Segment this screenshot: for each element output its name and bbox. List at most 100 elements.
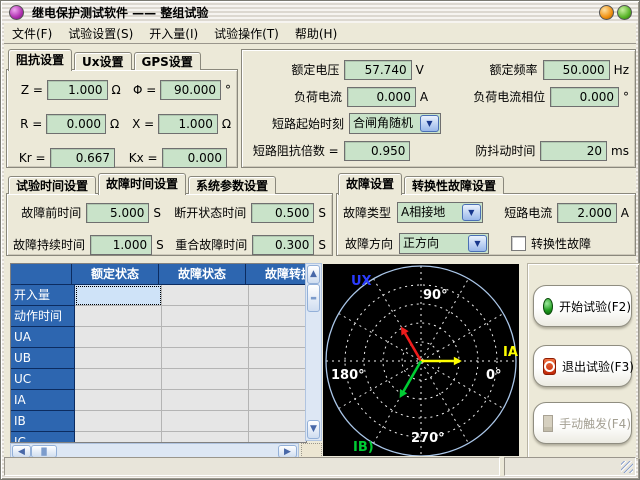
- tab-test-time[interactable]: 试验时间设置: [8, 176, 96, 194]
- tab-fault-settings[interactable]: 故障设置: [338, 173, 402, 195]
- r-field[interactable]: 0.000: [46, 114, 106, 134]
- convert-fault-checkbox[interactable]: [511, 236, 526, 251]
- menu-file[interactable]: 文件(F): [4, 23, 60, 44]
- column-header-rated[interactable]: 额定状态: [72, 264, 159, 285]
- load-current-field[interactable]: 0.000: [347, 87, 416, 107]
- fault-direction-select[interactable]: 正方向 ▼: [399, 233, 489, 254]
- row-label[interactable]: IC: [11, 432, 75, 443]
- table-cell[interactable]: [162, 285, 249, 306]
- table-cell[interactable]: [162, 432, 249, 443]
- open-state-time-unit: S: [318, 206, 326, 220]
- table-cell[interactable]: [249, 348, 307, 369]
- row-label[interactable]: UC: [11, 369, 75, 390]
- minimize-button[interactable]: [599, 5, 614, 20]
- table-cell[interactable]: [162, 306, 249, 327]
- reclose-fault-time-field[interactable]: 0.300: [252, 235, 314, 255]
- tab-fault-time[interactable]: 故障时间设置: [98, 173, 186, 195]
- chevron-down-icon[interactable]: ▼: [420, 115, 439, 132]
- menu-test-operation[interactable]: 试验操作(T): [206, 23, 287, 44]
- menu-help[interactable]: 帮助(H): [287, 23, 345, 44]
- table-cell[interactable]: [162, 348, 249, 369]
- table-cell[interactable]: [249, 411, 307, 432]
- z-field[interactable]: 1.000: [47, 80, 108, 100]
- title-bar[interactable]: 继电保护测试软件 —— 整组试验: [4, 3, 636, 22]
- column-header-transfer[interactable]: 故障转换: [246, 264, 307, 285]
- table-cell[interactable]: [75, 327, 162, 348]
- close-button[interactable]: [617, 5, 632, 20]
- table-cell[interactable]: [249, 369, 307, 390]
- row-label[interactable]: IA: [11, 390, 75, 411]
- chevron-down-icon[interactable]: ▼: [468, 235, 487, 252]
- table-cell[interactable]: [75, 348, 162, 369]
- vertical-scrollbar[interactable]: ▲ ▬ ▼: [305, 263, 322, 441]
- fault-duration-label: 故障持续时间: [13, 236, 85, 253]
- table-cell[interactable]: [75, 369, 162, 390]
- table-cell[interactable]: [249, 306, 307, 327]
- angle-270-label: 270°: [411, 431, 445, 446]
- angle-0-label: 0°: [486, 368, 502, 383]
- status-bar: [4, 457, 636, 476]
- tab-impedance-settings[interactable]: 阻抗设置: [8, 49, 72, 71]
- row-label[interactable]: 开入量: [11, 285, 75, 306]
- short-start-moment-select[interactable]: 合闸角随机 ▼: [349, 113, 441, 134]
- debounce-field[interactable]: 20: [540, 141, 607, 161]
- manual-trigger-button[interactable]: 手动触发(F4): [533, 402, 632, 444]
- rated-frequency-field[interactable]: 50.000: [543, 60, 610, 80]
- row-label[interactable]: UA: [11, 327, 75, 348]
- manual-trigger-label: 手动触发(F4): [559, 415, 631, 432]
- tab-convert-fault-settings[interactable]: 转换性故障设置: [404, 176, 504, 194]
- row-label[interactable]: UB: [11, 348, 75, 369]
- rated-voltage-field[interactable]: 57.740: [344, 60, 411, 80]
- kr-label: Kr =: [15, 151, 46, 165]
- table-cell[interactable]: [162, 369, 249, 390]
- fault-duration-field[interactable]: 1.000: [90, 235, 152, 255]
- tab-system-params[interactable]: 系统参数设置: [188, 176, 276, 194]
- table-cell[interactable]: [249, 390, 307, 411]
- fault-direction-label: 故障方向: [343, 235, 393, 252]
- row-label[interactable]: IB: [11, 411, 75, 432]
- start-test-button[interactable]: 开始试验(F2): [533, 285, 632, 327]
- table-cell[interactable]: [75, 306, 162, 327]
- exit-test-button[interactable]: 退出试验(F3): [533, 345, 632, 387]
- table-cell[interactable]: [249, 432, 307, 443]
- table-cell[interactable]: [162, 390, 249, 411]
- resize-grip[interactable]: [621, 461, 633, 473]
- table-cell[interactable]: [162, 327, 249, 348]
- vertical-scroll-thumb[interactable]: ▬: [307, 284, 320, 312]
- scroll-up-icon[interactable]: ▲: [307, 265, 320, 284]
- column-header-fault[interactable]: 故障状态: [159, 264, 246, 285]
- table-cell[interactable]: [75, 390, 162, 411]
- kr-field[interactable]: 0.667: [50, 148, 115, 168]
- impedance-multiple-field[interactable]: 0.950: [344, 141, 411, 161]
- fault-direction-value: 正方向: [400, 234, 467, 253]
- open-state-time-field[interactable]: 0.500: [251, 203, 314, 223]
- chevron-down-icon[interactable]: ▼: [462, 204, 481, 221]
- menu-binary-input[interactable]: 开入量(I): [141, 23, 206, 44]
- selected-cell[interactable]: [75, 285, 162, 306]
- x-label: X =: [125, 117, 154, 131]
- tab-ux-settings[interactable]: Ux设置: [74, 52, 132, 70]
- x-field[interactable]: 1.000: [158, 114, 218, 134]
- short-current-label: 短路电流: [499, 204, 552, 221]
- menu-test-settings[interactable]: 试验设置(S): [60, 23, 141, 44]
- table-cell[interactable]: [249, 285, 307, 306]
- kx-field[interactable]: 0.000: [162, 148, 227, 168]
- fault-type-select[interactable]: A相接地 ▼: [397, 202, 483, 223]
- phi-field[interactable]: 90.000: [160, 80, 221, 100]
- table-cell[interactable]: [249, 327, 307, 348]
- table-cell[interactable]: [162, 411, 249, 432]
- load-phase-field[interactable]: 0.000: [550, 87, 619, 107]
- table-cell[interactable]: [75, 432, 162, 443]
- pre-fault-time-field[interactable]: 5.000: [86, 203, 149, 223]
- table-row: IB: [11, 411, 306, 432]
- tab-gps-settings[interactable]: GPS设置: [134, 52, 201, 70]
- window-frame: 继电保护测试软件 —— 整组试验 文件(F) 试验设置(S) 开入量(I) 试验…: [0, 0, 640, 480]
- row-label[interactable]: 动作时间: [11, 306, 75, 327]
- angle-90-label: 90°: [423, 288, 448, 303]
- short-current-field[interactable]: 2.000: [557, 203, 617, 223]
- table-cell[interactable]: [75, 411, 162, 432]
- status-secondary-area: [504, 457, 636, 476]
- results-table: 额定状态 故障状态 故障转换 开入量动作时间UAUBUCIAIBIC ▲ ▬ ▼…: [10, 263, 322, 459]
- short-start-moment-value: 合闸角随机: [350, 114, 419, 133]
- scroll-down-icon[interactable]: ▼: [307, 420, 320, 439]
